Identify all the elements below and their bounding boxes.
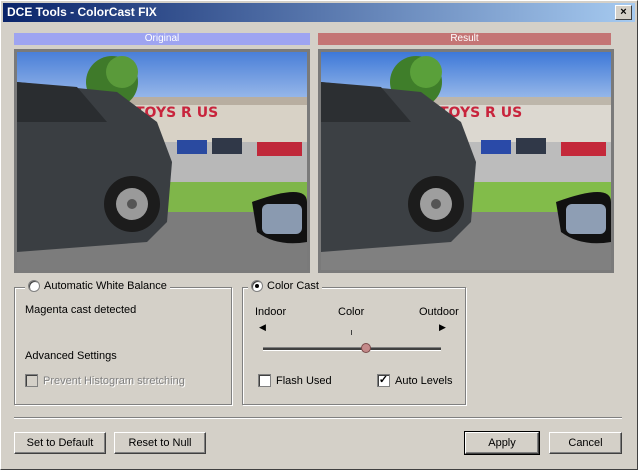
auto-levels-label: Auto Levels [395,374,453,387]
flash-used-label: Flash Used [276,374,332,387]
outdoor-label: Outdoor [419,306,459,318]
advanced-settings-label: Advanced Settings [25,350,117,362]
colorcast-slider-thumb[interactable] [361,343,372,353]
indoor-label: Indoor [255,306,287,318]
reset-null-button[interactable]: Reset to Null [114,432,206,454]
center-tick [351,330,352,335]
result-image: TOYS R US [318,49,614,273]
colorcast-radio[interactable] [251,280,263,292]
prevent-histogram-label: Prevent Histogram stretching [43,374,185,387]
awb-radio[interactable] [28,280,40,292]
cast-status: Magenta cast detected [25,304,137,316]
set-default-button[interactable]: Set to Default [14,432,106,454]
prevent-histogram-checkbox[interactable] [25,374,38,387]
color-label: Color [338,306,365,318]
window-title: DCE Tools - ColorCast FIX [7,5,157,19]
flash-used-checkbox[interactable] [258,374,271,387]
close-button[interactable]: × [615,5,632,20]
auto-levels-option[interactable]: ✓ Auto Levels [377,374,452,387]
result-header: Result [318,33,611,45]
title-bar[interactable]: DCE Tools - ColorCast FIX × [3,3,635,22]
original-image: TOYS R US [14,49,310,273]
left-arrow-icon: ◀ [259,322,266,332]
colorcast-label: Color Cast [267,280,319,292]
cancel-button[interactable]: Cancel [549,432,622,454]
flash-used-option[interactable]: Flash Used [258,374,332,387]
close-icon: × [620,6,627,18]
original-header: Original [14,33,310,45]
colorcast-slider-track[interactable] [263,347,441,351]
prevent-histogram-option[interactable]: Prevent Histogram stretching [25,374,185,387]
apply-button[interactable]: Apply [464,431,540,455]
auto-levels-checkbox[interactable]: ✓ [377,374,390,387]
awb-label: Automatic White Balance [44,280,167,292]
colorcast-group: Color Cast Indoor Color Outdoor ◀ ▶ Flas… [242,280,466,405]
colorcast-option[interactable]: Color Cast [248,280,322,292]
right-arrow-icon: ▶ [439,322,446,332]
awb-option[interactable]: Automatic White Balance [25,280,170,292]
separator [14,417,622,419]
awb-group: Automatic White Balance Magenta cast det… [14,280,232,405]
